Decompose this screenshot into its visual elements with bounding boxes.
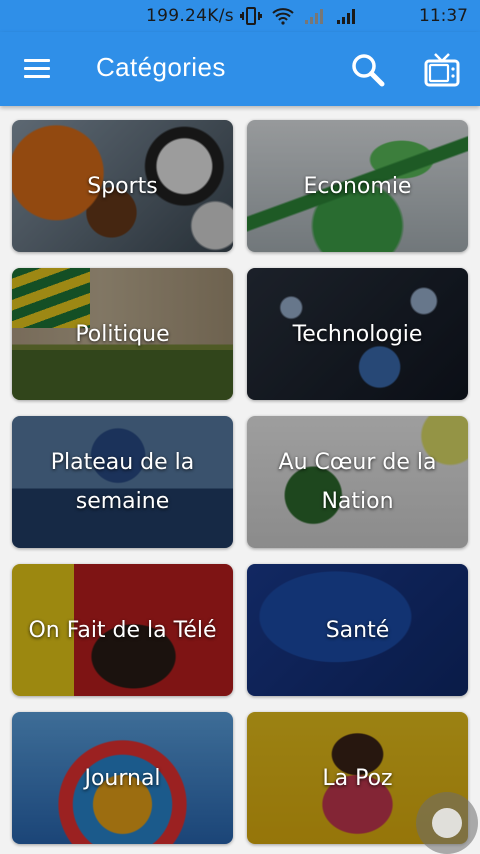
category-card-coeur-nation[interactable]: Au Cœur de la Nation: [247, 416, 468, 548]
tv-icon[interactable]: [422, 50, 462, 90]
signal-icon: [337, 9, 355, 24]
category-label: Santé: [325, 617, 390, 643]
hamburger-menu-icon[interactable]: [20, 54, 54, 84]
category-label: Journal: [84, 765, 161, 791]
category-card-technologie[interactable]: Technologie: [247, 268, 468, 400]
category-card-plateau[interactable]: Plateau de la semaine: [12, 416, 233, 548]
network-speed: 199.24K/s: [146, 6, 234, 26]
assistive-touch-button[interactable]: [416, 792, 478, 854]
category-card-economie[interactable]: Economie: [247, 120, 468, 252]
signal-icon: [305, 9, 323, 24]
category-label: Au Cœur de la Nation: [278, 450, 437, 514]
category-label: Politique: [75, 321, 170, 347]
categories-grid: Sports Economie Politique Technologie Pl…: [12, 120, 468, 844]
category-card-tele[interactable]: On Fait de la Télé: [12, 564, 233, 696]
status-icons: [240, 7, 358, 25]
status-time: 11:37: [419, 6, 468, 26]
category-card-sports[interactable]: Sports: [12, 120, 233, 252]
category-card-politique[interactable]: Politique: [12, 268, 233, 400]
category-label: Technologie: [292, 321, 423, 347]
category-card-sante[interactable]: Santé: [247, 564, 468, 696]
category-label: Sports: [87, 173, 158, 199]
page-title: Catégories: [96, 52, 226, 82]
wifi-icon: [272, 8, 294, 25]
status-bar: 199.24K/s 11:37: [0, 0, 480, 32]
category-label: Economie: [303, 173, 412, 199]
app-bar: Catégories: [0, 32, 480, 106]
category-label: On Fait de la Télé: [28, 617, 217, 643]
vibrate-icon: [240, 7, 262, 25]
search-icon[interactable]: [348, 50, 388, 90]
category-card-journal[interactable]: Journal: [12, 712, 233, 844]
category-label: Plateau de la semaine: [50, 450, 195, 514]
